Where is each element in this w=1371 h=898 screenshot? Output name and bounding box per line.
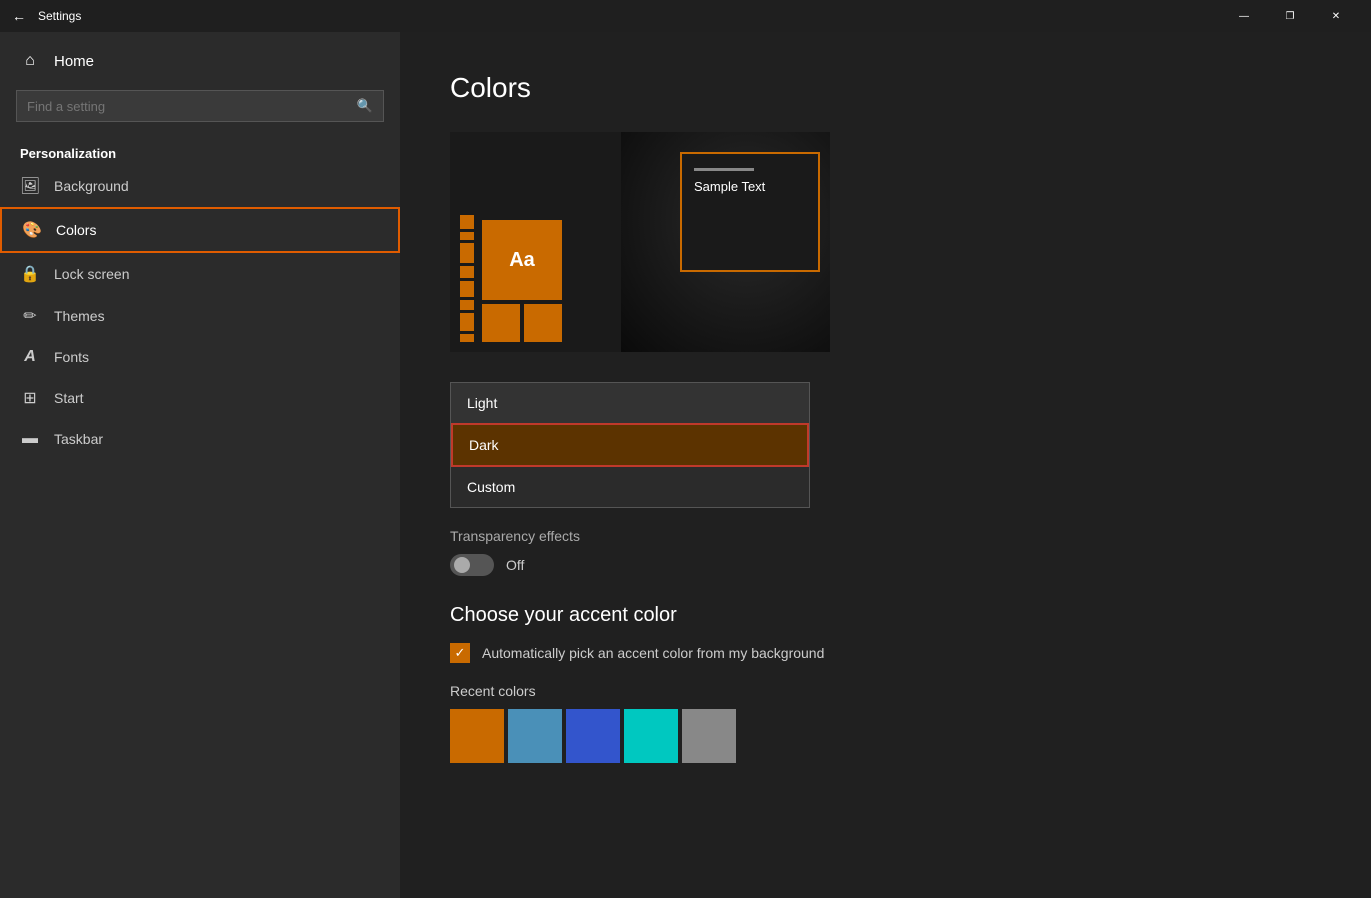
background-icon: 🖼	[20, 176, 40, 196]
taskbar-label: Taskbar	[54, 431, 103, 447]
transparency-toggle-row: Off	[450, 554, 1321, 576]
sidebar-item-background[interactable]: 🖼 Background	[0, 165, 400, 207]
transparency-state: Off	[506, 557, 524, 573]
accent-title: Choose your accent color	[450, 604, 1321, 627]
search-box[interactable]: 🔍	[16, 90, 384, 122]
fonts-label: Fonts	[54, 349, 89, 365]
sidebar-item-home[interactable]: ⌂ Home	[0, 40, 400, 82]
lock-screen-label: Lock screen	[54, 266, 129, 282]
background-label: Background	[54, 178, 129, 194]
sidebar-item-colors[interactable]: 🎨 Colors	[0, 207, 400, 253]
accent-section: Choose your accent color ✓ Automatically…	[450, 604, 1321, 763]
page-title: Colors	[450, 72, 1321, 104]
color-swatches	[450, 709, 1321, 763]
colors-label: Colors	[56, 222, 96, 238]
content-area: Colors Aa	[400, 32, 1371, 898]
back-button[interactable]: ←	[12, 8, 26, 24]
minimize-button[interactable]: —	[1221, 0, 1267, 32]
sidebar-item-start[interactable]: ⊞ Start	[0, 377, 400, 419]
home-label: Home	[54, 53, 94, 70]
sidebar-item-fonts[interactable]: A Fonts	[0, 337, 400, 377]
auto-accent-checkbox[interactable]: ✓	[450, 643, 470, 663]
app-title: Settings	[38, 9, 1221, 23]
color-swatch-cyan[interactable]	[624, 709, 678, 763]
transparency-section: Transparency effects Off	[450, 528, 1321, 576]
sidebar-item-lock-screen[interactable]: 🔒 Lock screen	[0, 253, 400, 295]
app-body: ⌂ Home 🔍 Personalization 🖼 Background 🎨 …	[0, 32, 1371, 898]
taskbar-icon: ▬	[20, 430, 40, 448]
sidebar-item-taskbar[interactable]: ▬ Taskbar	[0, 419, 400, 459]
sidebar: ⌂ Home 🔍 Personalization 🖼 Background 🎨 …	[0, 32, 400, 898]
option-light[interactable]: Light	[451, 383, 809, 423]
transparency-toggle[interactable]	[450, 554, 494, 576]
sidebar-item-themes[interactable]: ✏ Themes	[0, 295, 400, 337]
transparency-label: Transparency effects	[450, 528, 1321, 544]
recent-colors-label: Recent colors	[450, 683, 1321, 699]
preview-aa-tile: Aa	[482, 220, 562, 300]
start-label: Start	[54, 390, 84, 406]
preview-sample-text: Sample Text	[682, 179, 818, 194]
preview-sample-line	[694, 168, 754, 171]
section-title: Personalization	[0, 138, 400, 165]
dropdown-options: Light Dark Custom	[450, 382, 810, 508]
themes-label: Themes	[54, 308, 105, 324]
maximize-button[interactable]: ❐	[1267, 0, 1313, 32]
option-custom[interactable]: Custom	[451, 467, 809, 507]
fonts-icon: A	[20, 348, 40, 366]
close-button[interactable]: ✕	[1313, 0, 1359, 32]
theme-mode-dropdown[interactable]: Light Dark Custom	[450, 382, 810, 508]
colors-icon: 🎨	[22, 220, 42, 240]
lock-icon: 🔒	[20, 264, 40, 284]
titlebar: ← Settings — ❐ ✕	[0, 0, 1371, 32]
preview-sample-box: Sample Text	[680, 152, 820, 272]
color-swatch-gray[interactable]	[682, 709, 736, 763]
home-icon: ⌂	[20, 52, 40, 70]
toggle-knob	[454, 557, 470, 573]
auto-accent-row[interactable]: ✓ Automatically pick an accent color fro…	[450, 643, 1321, 663]
window-controls: — ❐ ✕	[1221, 0, 1359, 32]
start-icon: ⊞	[20, 388, 40, 408]
option-dark[interactable]: Dark	[451, 423, 809, 467]
color-swatch-indigo[interactable]	[566, 709, 620, 763]
search-input[interactable]	[17, 92, 347, 121]
theme-preview: Aa Sample Text	[450, 132, 830, 352]
search-icon: 🔍	[347, 91, 383, 121]
color-swatch-blue[interactable]	[508, 709, 562, 763]
color-swatch-orange[interactable]	[450, 709, 504, 763]
auto-accent-label: Automatically pick an accent color from …	[482, 645, 824, 661]
checkmark-icon: ✓	[455, 645, 466, 661]
themes-icon: ✏	[20, 306, 40, 326]
